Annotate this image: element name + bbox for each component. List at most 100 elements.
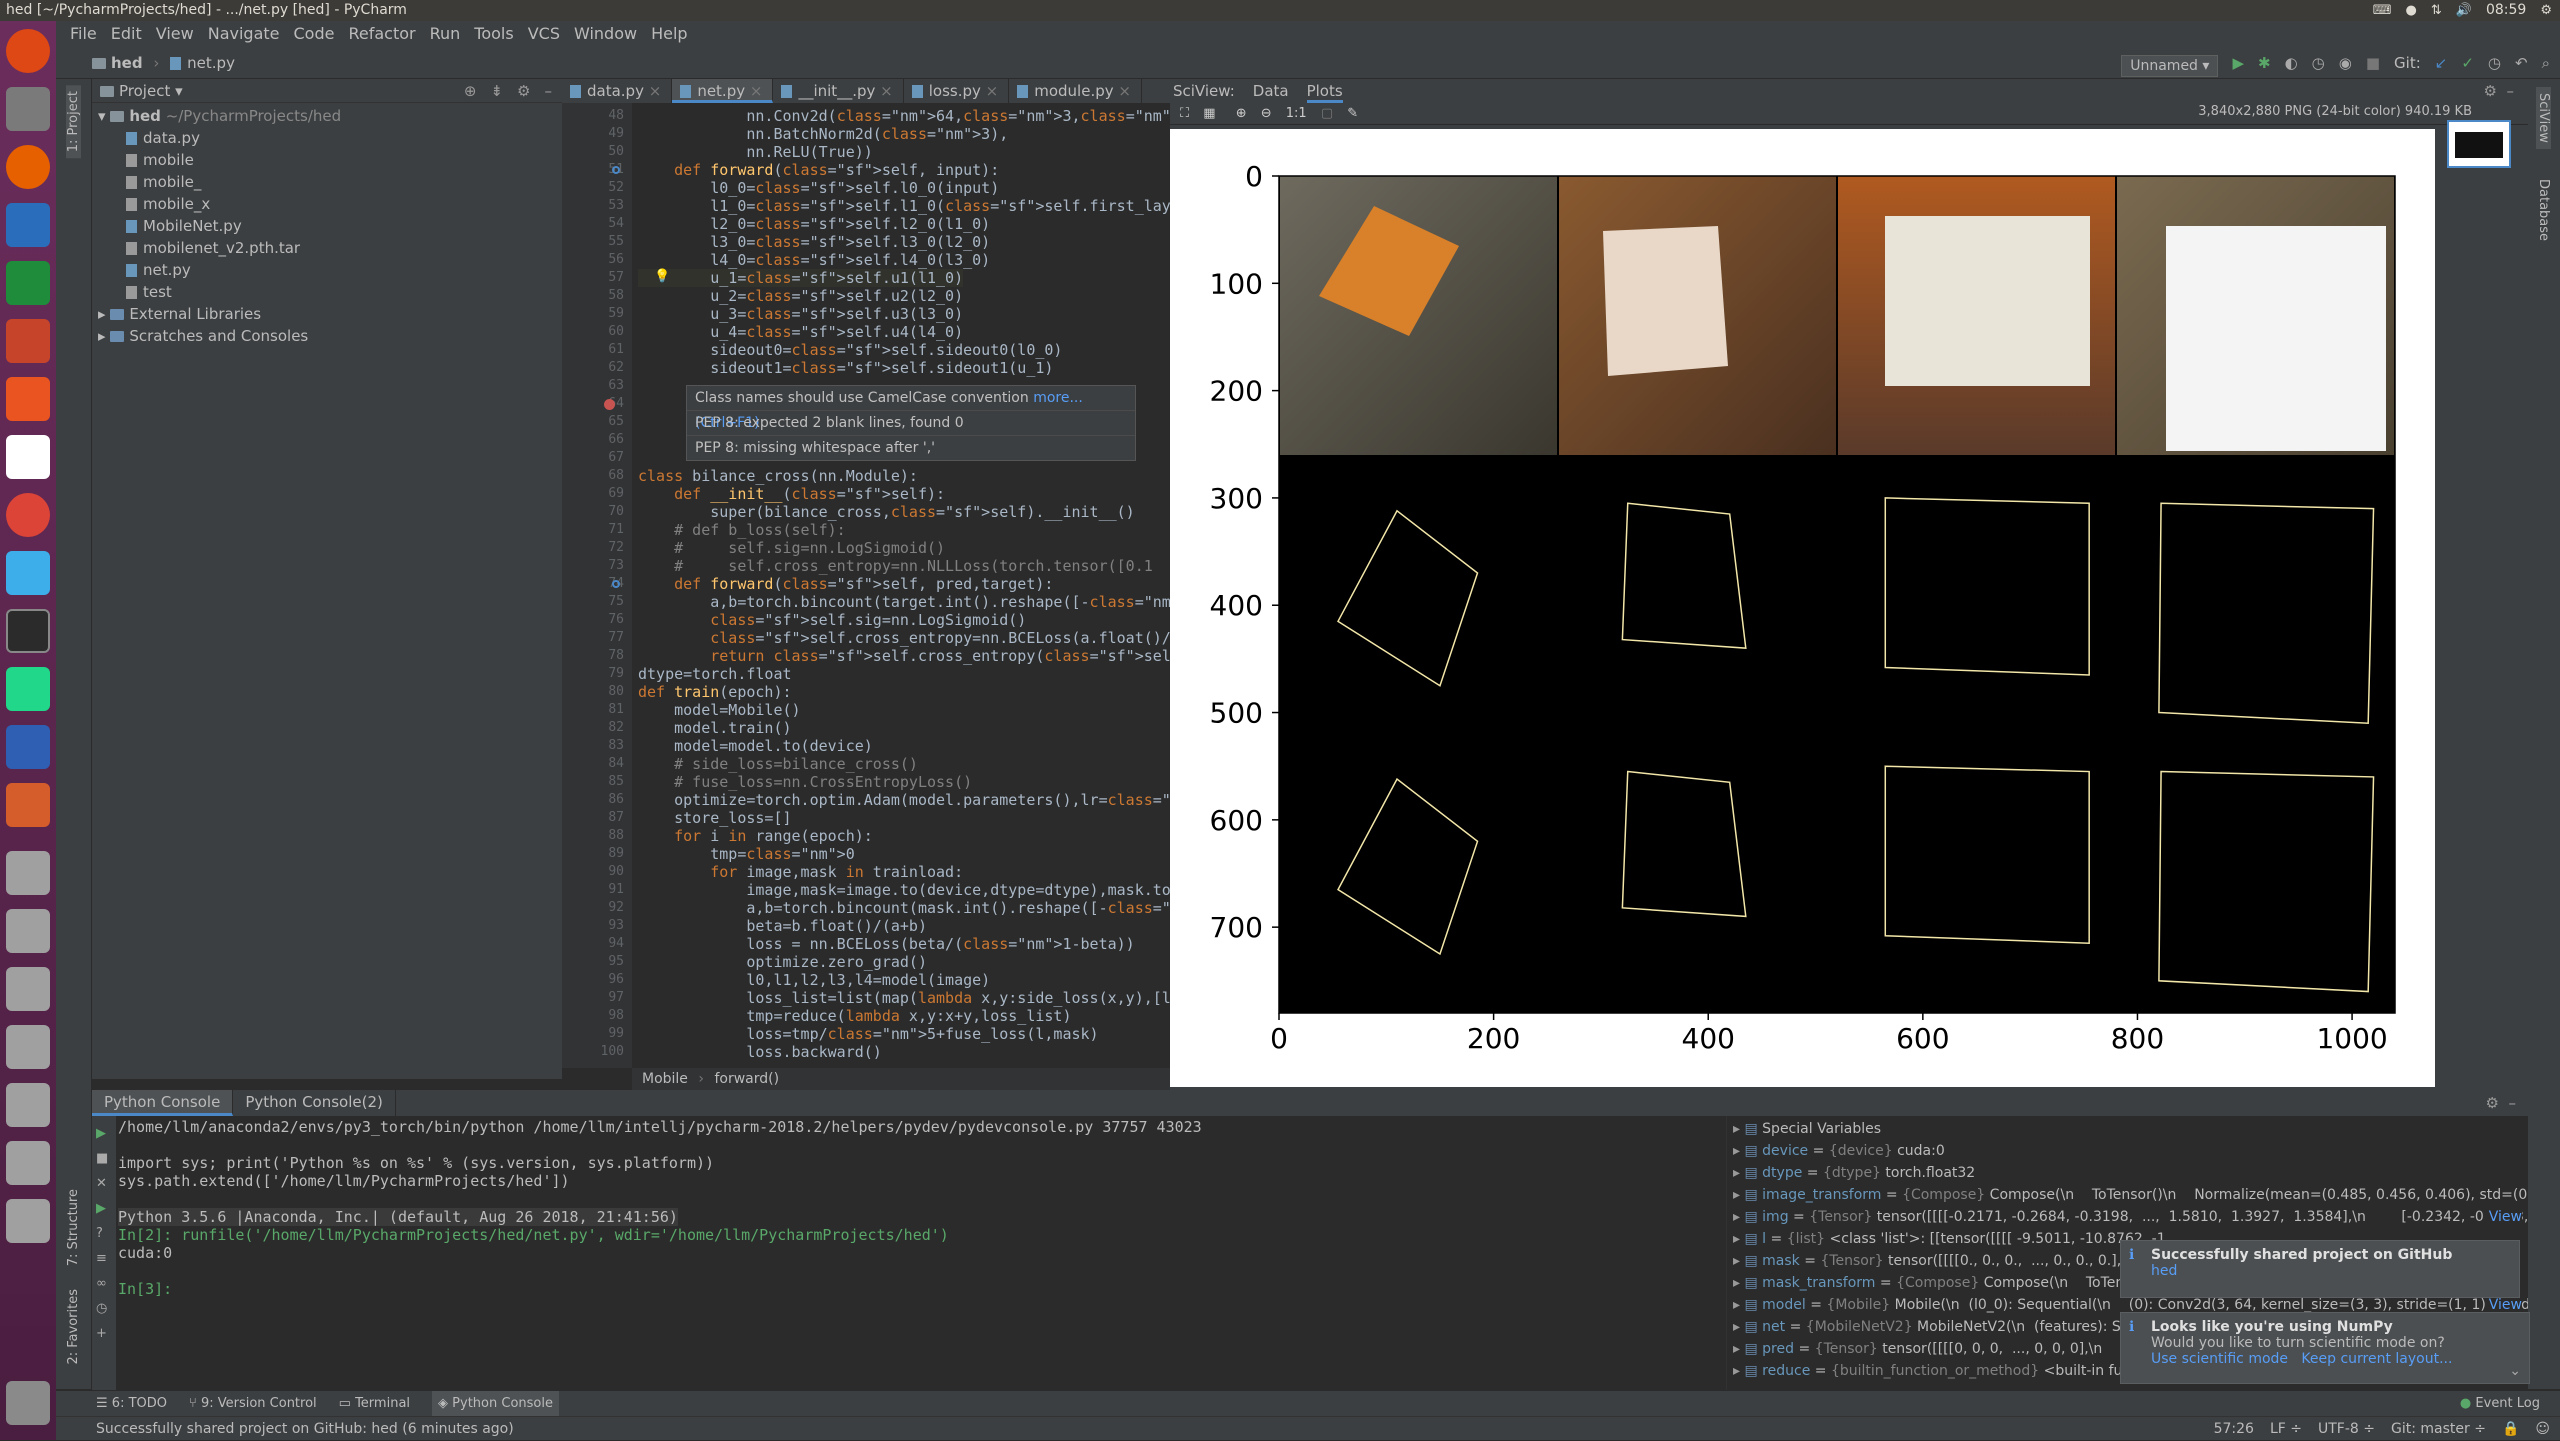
menu-vcs[interactable]: VCS — [528, 21, 560, 47]
system-settings-icon[interactable] — [6, 783, 50, 827]
lock-icon[interactable]: 🔒 — [2502, 1417, 2519, 1441]
locate-icon[interactable]: ⊕ — [464, 79, 477, 103]
sciview-tool-button[interactable]: SciView — [2536, 87, 2551, 149]
variable-row[interactable]: ▸ ▤ reduce = {builtin_function_or_method… — [1733, 1360, 2128, 1382]
todo-button[interactable]: ☰ 6: TODO — [96, 1391, 167, 1416]
menu-code[interactable]: Code — [294, 21, 335, 47]
close-icon[interactable]: × — [750, 82, 763, 100]
fit-icon[interactable]: ⛶ — [1180, 106, 1189, 121]
terminal-button[interactable]: ▭ Terminal — [339, 1391, 410, 1416]
calc-icon[interactable] — [6, 261, 50, 305]
network-icon[interactable]: ⇅ — [2431, 0, 2442, 21]
soft-wrap-icon[interactable]: ≡ — [96, 1251, 112, 1266]
gear-icon[interactable]: ⚙ – — [2484, 79, 2514, 103]
menu-view[interactable]: View — [156, 21, 194, 47]
firefox-icon[interactable] — [6, 145, 50, 189]
drive-icon[interactable] — [6, 851, 50, 895]
variable-row[interactable]: ▸ ▤ pred = {Tensor} tensor([[[[0, 0, 0, … — [1733, 1338, 2143, 1360]
close-icon[interactable]: × — [1118, 82, 1131, 100]
drive-icon[interactable] — [6, 1141, 50, 1185]
method-marker-icon[interactable] — [612, 580, 620, 588]
tree-item[interactable]: data.py — [126, 127, 200, 149]
tree-item[interactable]: mobile_ — [126, 171, 201, 193]
rerun-icon[interactable]: ▶ — [96, 1126, 112, 1141]
breadcrumb-item[interactable]: Mobile — [642, 1071, 688, 1087]
tab-data-py[interactable]: data.py × — [562, 79, 673, 103]
view-link[interactable]: View — [2484, 1206, 2522, 1228]
tree-item[interactable]: mobile_x — [126, 193, 210, 215]
event-log-button[interactable]: ● Event Log — [2460, 1391, 2540, 1417]
menu-window[interactable]: Window — [574, 21, 637, 47]
expand-icon[interactable]: ▸ — [1733, 1187, 1744, 1203]
fit-window-icon[interactable]: ▢ — [1321, 106, 1333, 121]
close-icon[interactable]: ✕ — [96, 1176, 112, 1191]
expand-icon[interactable]: ▸ — [1733, 1121, 1744, 1137]
menu-refactor[interactable]: Refactor — [348, 21, 415, 47]
favorites-tool-button[interactable]: 2: Favorites — [66, 1289, 81, 1365]
variable-row[interactable]: ▸ ▤ Special Variables — [1733, 1118, 1881, 1140]
structure-tool-button[interactable]: 7: Structure — [66, 1189, 81, 1266]
git-update-icon[interactable]: ↙ — [2435, 47, 2448, 79]
actual-size-button[interactable]: 1:1 — [1286, 106, 1307, 121]
drive-icon[interactable] — [6, 1025, 50, 1069]
volume-icon[interactable]: 🔊 — [2456, 0, 2472, 21]
expand-icon[interactable]: ▸ — [1733, 1275, 1744, 1291]
stop-icon[interactable]: ■ — [2366, 47, 2380, 79]
concurrency-icon[interactable]: ◉ — [2339, 47, 2352, 79]
tree-item[interactable]: net.py — [126, 259, 191, 281]
code-editor[interactable]: nn.Conv2d(class="nm">64,class="nm">3,cla… — [632, 103, 1170, 1068]
chrome-tray-icon[interactable]: ● — [2406, 0, 2417, 21]
line-separator[interactable]: LF ÷ — [2270, 1417, 2302, 1441]
caret-position[interactable]: 57:26 — [2214, 1417, 2254, 1441]
software-center-icon[interactable] — [6, 377, 50, 421]
git-branch[interactable]: Git: master ÷ — [2391, 1417, 2486, 1441]
file-encoding[interactable]: UTF-8 ÷ — [2318, 1417, 2375, 1441]
gear-icon[interactable]: ⚙ — [517, 79, 530, 103]
project-panel-title[interactable]: Project — [119, 82, 170, 100]
help-icon[interactable]: ? — [96, 1226, 112, 1241]
tree-external-libraries[interactable]: ▸ External Libraries — [98, 303, 261, 325]
expand-icon[interactable]: ▸ — [1733, 1143, 1744, 1159]
menu-help[interactable]: Help — [651, 21, 687, 47]
variable-row[interactable]: ▸ ▤ l = {list} <class 'list'>: [[tensor(… — [1733, 1228, 2166, 1250]
drive-icon[interactable] — [6, 1199, 50, 1243]
ubuntu-dash-icon[interactable] — [6, 29, 50, 73]
zoom-in-icon[interactable]: ⊕ — [1236, 106, 1247, 121]
git-commit-icon[interactable]: ✓ — [2461, 47, 2474, 79]
add-icon[interactable]: + — [96, 1326, 112, 1341]
keyboard-icon[interactable]: ⌨ — [2373, 0, 2392, 21]
variable-row[interactable]: ▸ ▤ img = {Tensor} tensor([[[[-0.2171, -… — [1733, 1206, 2528, 1228]
clock[interactable]: 08:59 — [2486, 0, 2526, 21]
pycharm-icon[interactable] — [6, 667, 50, 711]
expand-icon[interactable]: ▸ — [1733, 1253, 1744, 1269]
variable-row[interactable]: ▸ ▤ mask = {Tensor} tensor([[[[0., 0., 0… — [1733, 1250, 2135, 1272]
zoom-out-icon[interactable]: ⊖ — [1261, 106, 1272, 121]
amazon-icon[interactable] — [6, 435, 50, 479]
tree-item[interactable]: test — [126, 281, 172, 303]
tree-root[interactable]: ▾ hed ~/PycharmProjects/hed — [98, 105, 341, 127]
tab-data[interactable]: Data — [1253, 79, 1289, 103]
tab-init-py[interactable]: __init__.py × — [773, 79, 904, 103]
nav-project[interactable]: hed — [111, 54, 143, 72]
run-config-select[interactable]: Unnamed ▾ — [2121, 54, 2219, 77]
drive-icon[interactable] — [6, 967, 50, 1011]
intellij-icon[interactable] — [6, 725, 50, 769]
settings-icon[interactable]: ⚙ — [2540, 0, 2552, 21]
history-icon[interactable]: ◷ — [96, 1301, 112, 1316]
color-picker-icon[interactable]: ✎ — [1347, 106, 1358, 121]
close-icon[interactable]: × — [880, 82, 893, 100]
close-icon[interactable]: × — [649, 82, 662, 100]
tab-python-console[interactable]: Python Console — [92, 1090, 234, 1116]
tab-module-py[interactable]: module.py × — [1009, 79, 1142, 103]
menu-navigate[interactable]: Navigate — [208, 21, 280, 47]
nav-file[interactable]: net.py — [187, 54, 235, 72]
run-icon[interactable]: ▶ — [2232, 47, 2244, 79]
variable-row[interactable]: ▸ ▤ mask_transform = {Compose} Compose(\… — [1733, 1272, 2132, 1294]
menu-run[interactable]: Run — [430, 21, 461, 47]
expand-icon[interactable]: ▸ — [1733, 1165, 1744, 1181]
notification-github[interactable]: ℹ Successfully shared project on GitHub … — [2120, 1240, 2520, 1298]
drive-icon[interactable] — [6, 909, 50, 953]
chrome-icon[interactable] — [6, 493, 50, 537]
variable-row[interactable]: ▸ ▤ image_transform = {Compose} Compose(… — [1733, 1184, 2528, 1206]
debug-icon[interactable]: ✱ — [2258, 47, 2271, 79]
